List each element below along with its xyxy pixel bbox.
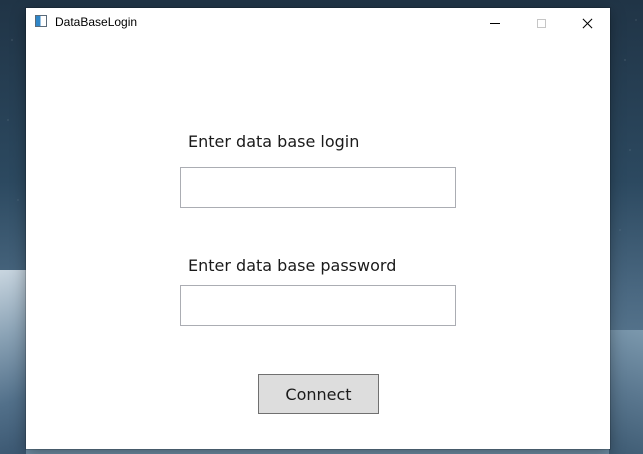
maximize-button[interactable] <box>518 8 564 38</box>
connect-button[interactable]: Connect <box>258 374 379 414</box>
maximize-icon <box>536 18 546 28</box>
password-input[interactable] <box>180 285 456 326</box>
minimize-icon <box>490 22 500 24</box>
title-bar[interactable]: DataBaseLogin <box>26 8 610 38</box>
close-button[interactable] <box>564 8 610 38</box>
desktop-mountain-left <box>0 270 26 454</box>
window-app-icon <box>35 15 47 27</box>
login-input[interactable] <box>180 167 456 208</box>
password-label: Enter data base password <box>188 256 397 275</box>
minimize-button[interactable] <box>472 8 518 38</box>
login-label: Enter data base login <box>188 132 360 151</box>
close-icon <box>582 18 593 29</box>
window-title: DataBaseLogin <box>55 15 138 29</box>
login-window: DataBaseLogin Enter data base login Ente… <box>26 8 610 449</box>
desktop-mountain-right <box>609 330 643 454</box>
